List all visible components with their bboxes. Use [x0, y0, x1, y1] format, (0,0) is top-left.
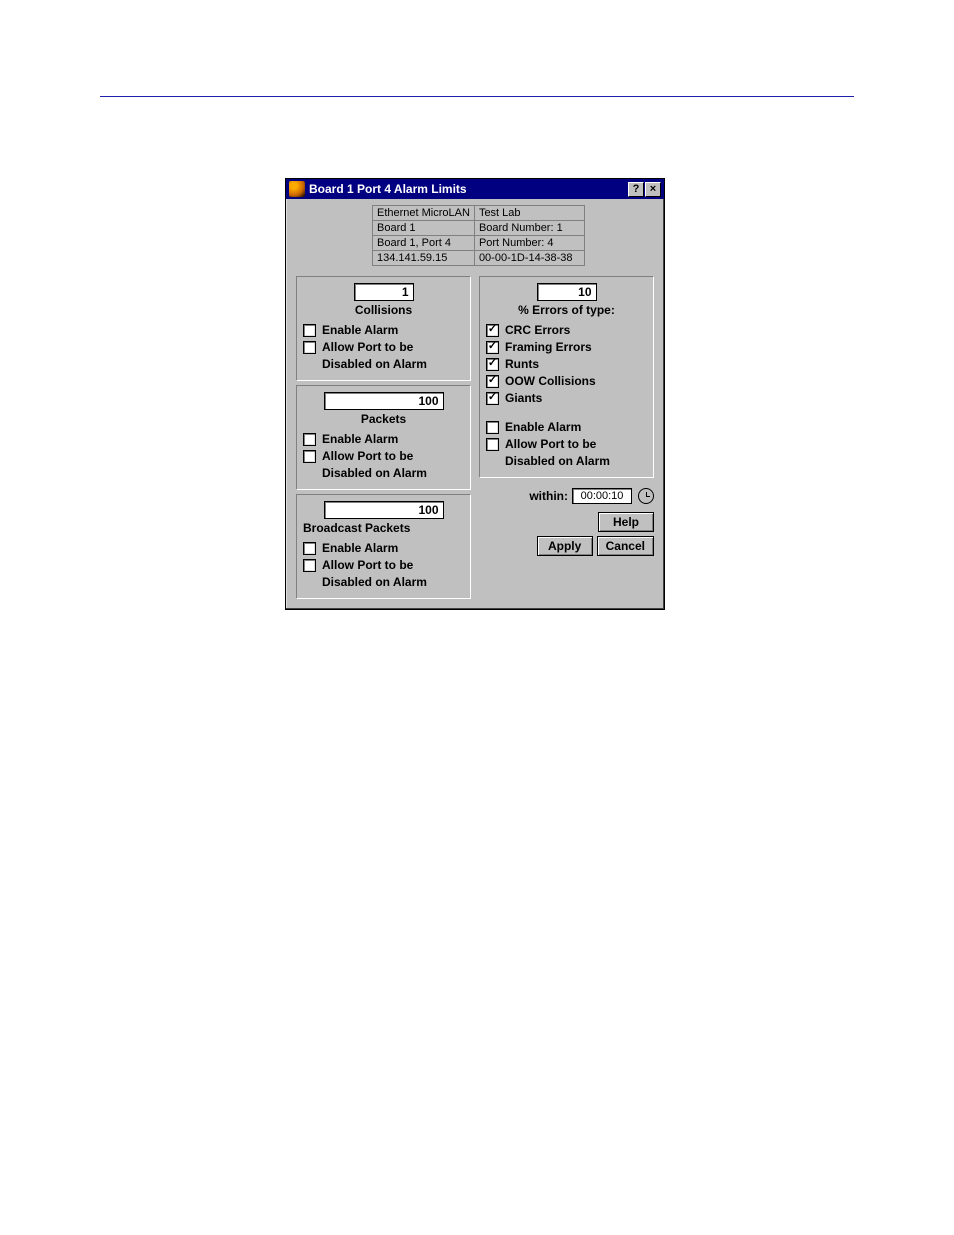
crc-errors-label: CRC Errors — [505, 323, 570, 338]
device-type: Ethernet MicroLAN — [373, 206, 475, 221]
titlebar[interactable]: Board 1 Port 4 Alarm Limits ? × — [286, 179, 664, 199]
board-name: Board 1 — [373, 221, 475, 236]
collisions-enable-checkbox[interactable] — [303, 324, 316, 337]
button-row-2: Apply Cancel — [479, 536, 654, 556]
apply-button[interactable]: Apply — [537, 536, 593, 556]
oow-collisions-checkbox[interactable] — [486, 375, 499, 388]
port-number: Port Number: 4 — [474, 236, 584, 251]
window-title: Board 1 Port 4 Alarm Limits — [309, 182, 627, 196]
cancel-button[interactable]: Cancel — [597, 536, 654, 556]
collisions-input[interactable]: 1 — [354, 283, 414, 301]
collisions-group: 1 Collisions Enable Alarm Allow Port to … — [296, 276, 471, 381]
broadcast-allow-label2: Disabled on Alarm — [322, 575, 464, 590]
broadcast-allow-label1: Allow Port to be — [322, 558, 413, 573]
help-button-icon[interactable]: ? — [628, 182, 644, 197]
within-label: within: — [529, 489, 568, 503]
runts-checkbox[interactable] — [486, 358, 499, 371]
device-info-table: Ethernet MicroLAN Test Lab Board 1 Board… — [372, 205, 585, 266]
device-location: Test Lab — [474, 206, 584, 221]
giants-label: Giants — [505, 391, 542, 406]
packets-label: Packets — [303, 412, 464, 426]
broadcast-enable-label: Enable Alarm — [322, 541, 398, 556]
broadcast-label: Broadcast Packets — [303, 521, 464, 535]
broadcast-enable-checkbox[interactable] — [303, 542, 316, 555]
oow-collisions-label: OOW Collisions — [505, 374, 596, 389]
broadcast-allow-checkbox[interactable] — [303, 559, 316, 572]
collisions-label: Collisions — [303, 303, 464, 317]
packets-allow-label1: Allow Port to be — [322, 449, 413, 464]
errors-input[interactable]: 10 — [537, 283, 597, 301]
collisions-allow-label1: Allow Port to be — [322, 340, 413, 355]
framing-errors-checkbox[interactable] — [486, 341, 499, 354]
port-path: Board 1, Port 4 — [373, 236, 475, 251]
help-button[interactable]: Help — [598, 512, 654, 532]
board-number: Board Number: 1 — [474, 221, 584, 236]
within-row: within: 00:00:10 — [479, 488, 654, 504]
content-area: 1 Collisions Enable Alarm Allow Port to … — [286, 270, 664, 609]
errors-enable-label: Enable Alarm — [505, 420, 581, 435]
broadcast-input[interactable]: 100 — [324, 501, 444, 519]
collisions-allow-checkbox[interactable] — [303, 341, 316, 354]
alarm-icon — [289, 181, 305, 197]
button-row-1: Help — [479, 512, 654, 532]
crc-errors-checkbox[interactable] — [486, 324, 499, 337]
left-column: 1 Collisions Enable Alarm Allow Port to … — [292, 270, 475, 605]
giants-checkbox[interactable] — [486, 392, 499, 405]
packets-allow-checkbox[interactable] — [303, 450, 316, 463]
errors-enable-checkbox[interactable] — [486, 421, 499, 434]
framing-errors-label: Framing Errors — [505, 340, 592, 355]
broadcast-group: 100 Broadcast Packets Enable Alarm Allow… — [296, 494, 471, 599]
packets-input[interactable]: 100 — [324, 392, 444, 410]
alarm-limits-dialog: Board 1 Port 4 Alarm Limits ? × Ethernet… — [285, 178, 665, 610]
packets-allow-label2: Disabled on Alarm — [322, 466, 464, 481]
runts-label: Runts — [505, 357, 539, 372]
errors-label: % Errors of type: — [486, 303, 647, 317]
packets-enable-label: Enable Alarm — [322, 432, 398, 447]
errors-allow-label1: Allow Port to be — [505, 437, 596, 452]
right-column: 10 % Errors of type: CRC Errors Framing … — [475, 270, 658, 605]
packets-group: 100 Packets Enable Alarm Allow Port to b… — [296, 385, 471, 490]
clock-icon[interactable] — [638, 488, 654, 504]
errors-allow-checkbox[interactable] — [486, 438, 499, 451]
errors-allow-label2: Disabled on Alarm — [505, 454, 647, 469]
within-input[interactable]: 00:00:10 — [572, 488, 632, 504]
collisions-allow-label2: Disabled on Alarm — [322, 357, 464, 372]
errors-group: 10 % Errors of type: CRC Errors Framing … — [479, 276, 654, 478]
packets-enable-checkbox[interactable] — [303, 433, 316, 446]
header-divider — [100, 96, 854, 97]
mac-address: 00-00-1D-14-38-38 — [474, 251, 584, 266]
collisions-enable-label: Enable Alarm — [322, 323, 398, 338]
ip-address: 134.141.59.15 — [373, 251, 475, 266]
close-button-icon[interactable]: × — [645, 182, 661, 197]
